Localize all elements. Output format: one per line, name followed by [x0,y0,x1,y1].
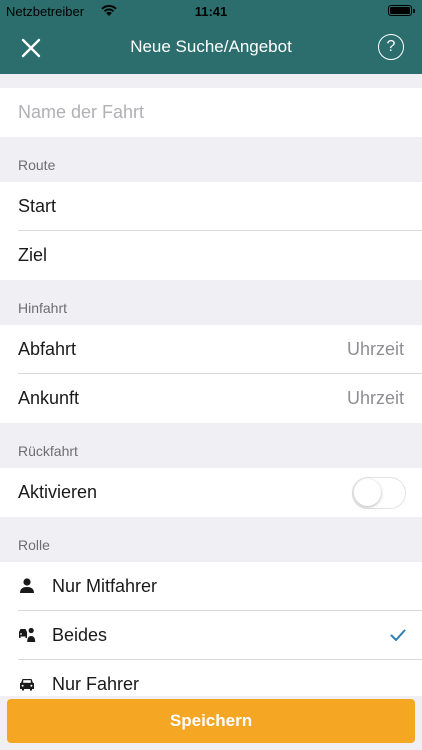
save-button[interactable]: Speichern [7,699,415,743]
form-content[interactable]: Route Start Ziel Hinfahrt Abfahrt Uhrzei… [0,74,422,700]
trip-name-row [0,88,422,137]
departure-row[interactable]: Abfahrt Uhrzeit [0,325,422,374]
page-title: Neue Suche/Angebot [130,37,292,56]
save-bar: Speichern [0,696,422,750]
status-bar: Netzbetreiber 11:41 [0,0,422,22]
role-option-driver-only[interactable]: Nur Fahrer [0,660,422,700]
departure-label: Abfahrt [18,339,77,359]
arrival-label: Ankunft [18,388,80,408]
battery-icon [388,5,412,16]
route-section-label: Route [18,157,56,173]
activate-return-toggle[interactable] [352,477,406,509]
return-section-header: Rückfahrt [0,423,422,468]
battery-tip [413,9,415,13]
arrival-time-value: Uhrzeit [346,388,404,408]
role-option-both[interactable]: Beides [0,611,422,660]
driver-passenger-icon [19,627,36,642]
activate-return-row: Aktivieren [0,468,422,517]
navigation-bar: Neue Suche/Angebot ? [0,22,422,74]
start-label: Start [18,196,57,216]
toggle-knob [354,479,381,506]
top-spacer [0,74,422,88]
role-option-passenger-only[interactable]: Nur Mitfahrer [0,562,422,611]
person-icon [20,578,34,593]
activate-return-label: Aktivieren [18,482,98,502]
destination-row[interactable]: Ziel [0,231,422,280]
route-section-header: Route [0,137,422,182]
clock: 11:41 [194,4,228,19]
outbound-section-label: Hinfahrt [18,300,68,316]
role-section-label: Rolle [18,537,50,553]
role-section-header: Rolle [0,517,422,562]
arrival-row[interactable]: Ankunft Uhrzeit [0,374,422,423]
outbound-section-header: Hinfahrt [0,280,422,325]
trip-name-input[interactable] [0,88,422,137]
departure-time-value: Uhrzeit [346,339,404,359]
return-section-label: Rückfahrt [18,443,78,459]
car-icon [20,679,34,691]
checkmark-icon [390,629,406,641]
role-option-label: Beides [52,625,108,645]
help-button[interactable]: ? [378,34,404,60]
destination-label: Ziel [18,245,48,265]
start-row[interactable]: Start [0,182,422,231]
